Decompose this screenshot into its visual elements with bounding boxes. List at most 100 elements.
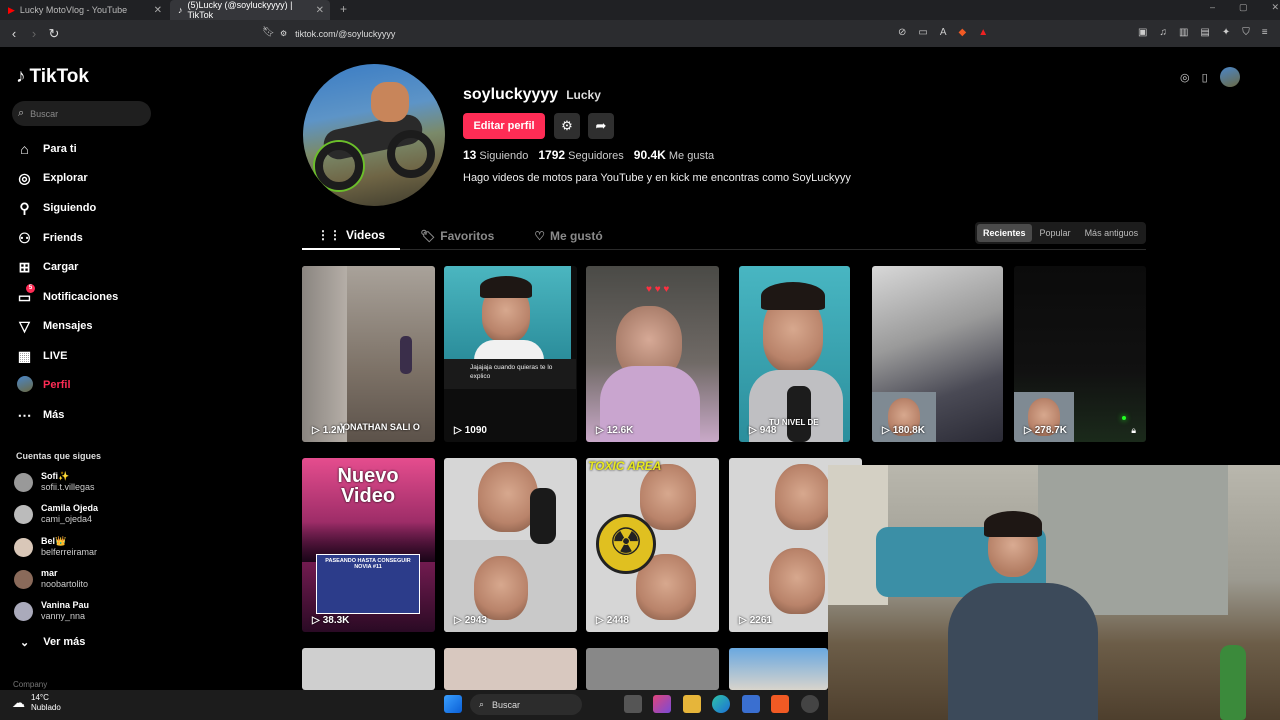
leo-icon[interactable]: ✦ [1222,27,1230,38]
motorcycle-wheel [387,130,435,178]
views-text: 38.3K [322,615,350,626]
share-button[interactable]: ➦ [588,113,614,139]
sort-popular[interactable]: Popular [1034,224,1077,242]
ver-mas-label: Ver más [43,636,86,648]
taskbar-search[interactable]: ⌕ Buscar [470,694,582,715]
copilot-icon[interactable] [653,695,671,713]
tab-youtube[interactable]: ▶ Lucky MotoVlog - YouTube ✕ [0,0,168,20]
obs-icon[interactable] [801,695,819,713]
views-text: 180.8K [892,425,925,436]
site-info-icon[interactable]: ⚙ [280,29,287,38]
sidebar-item-mensajes[interactable]: ▽ Mensajes [16,316,92,336]
cloud-icon: ☁ [12,695,25,710]
sidebar-item-perfil[interactable]: Perfil [16,375,71,395]
following-account[interactable]: Camila Ojeda cami_ojeda4 [14,499,98,529]
tab-title: (5)Lucky (@soyluckyyyy) | TikTok [187,0,293,20]
video-thumbnail[interactable]: JONATHAN SALI O ▷ 1.2M [302,266,435,442]
views-text: 12.6K [606,425,634,436]
tab-tiktok[interactable]: ♪ (5)Lucky (@soyluckyyyy) | TikTok ✕ [170,0,330,20]
bookmark-icon[interactable]: 🔖︎ [262,27,275,38]
close-icon[interactable]: ✕ [316,5,324,16]
sidebar-item-friends[interactable]: ⚇ Friends [16,228,83,248]
file-explorer-icon[interactable] [683,695,701,713]
share-icon: ➦ [595,118,607,133]
ver-mas-button[interactable]: ⌄ Ver más [20,636,85,649]
sidebar-item-mas[interactable]: ⋯ Más [16,405,65,425]
brave-shield-icon[interactable]: ◆ [959,27,967,38]
tab-search-icon[interactable]: ▣ [1138,27,1147,38]
settings-button[interactable]: ⚙ [554,113,580,139]
sort-recientes[interactable]: Recientes [977,224,1032,242]
minimize-icon[interactable]: – [1210,2,1215,13]
wallet-icon[interactable]: ▤ [1200,27,1209,38]
brave-icon[interactable] [771,695,789,713]
task-view-icon[interactable] [624,695,642,713]
followers-stat[interactable]: 1792 Seguidores [538,148,623,162]
following-account[interactable]: mar noobartolito [14,564,88,594]
following-account[interactable]: Sofi✨ sofii.t.villegas [14,467,95,497]
video-thumbnail[interactable] [444,648,577,690]
video-thumbnail[interactable] [729,648,828,690]
header-actions: ◎ ▯ [1180,67,1240,87]
following-account[interactable]: Vanina Pau vanny_nna [14,596,89,626]
nav-label: Notificaciones [43,291,119,303]
store-icon[interactable] [742,695,760,713]
sidebar-item-notificaciones[interactable]: ▭ 5 Notificaciones [16,283,119,307]
sidebar-item-live[interactable]: ▦ LIVE [16,346,68,366]
video-thumbnail[interactable]: ▷ 2943 [444,458,577,632]
video-thumbnail[interactable]: ♥ ♥ ♥ ▷ 12.6K [586,266,719,442]
tiktok-logo[interactable]: ♪ TikTok [16,66,89,88]
browser-tab-bar: ▶ Lucky MotoVlog - YouTube ✕ ♪ (5)Lucky … [0,0,1280,20]
profile-avatar [16,375,33,395]
user-avatar[interactable] [1219,67,1240,87]
sidebar-item-explorar[interactable]: ◎ Explorar [16,168,87,188]
windows-start-icon[interactable] [444,695,462,713]
sidebar-item-siguiendo[interactable]: ⚲ Siguiendo [16,198,96,218]
reload-icon[interactable]: ↻ [44,26,64,42]
cast-icon[interactable]: ▭ [918,27,927,38]
vpn-icon[interactable]: ⛉ [1242,27,1250,38]
sidebar-icon[interactable]: ▥ [1179,27,1188,38]
view-count: ▷ 2261 [739,615,772,626]
video-thumbnail[interactable]: TU NIVEL DE ▷ 948 [739,266,850,442]
close-icon[interactable]: ✕ [154,5,162,16]
tiktok-icon: ♪ [178,5,183,15]
video-frame [444,266,571,364]
menu-icon[interactable]: ≡ [1262,27,1268,38]
weather-widget[interactable]: ☁ 14°C Nublado [12,693,61,713]
forward-icon[interactable]: › [24,26,44,41]
video-thumbnail[interactable]: Nuevo Video PASEANDO HASTA CONSEGUIR NOV… [302,458,435,632]
search-input[interactable]: ⌕ Buscar [12,101,151,126]
company-link[interactable]: Company [13,680,47,689]
edit-profile-button[interactable]: Editar perfil [463,113,545,139]
video-thumbnail[interactable]: TOXIC AREA ☢ ▷ 2448 [586,458,719,632]
translate-icon[interactable]: A [940,27,947,38]
video-thumbnail[interactable]: 🔒︎ ▷ 278.7K [1014,266,1146,442]
back-icon[interactable]: ‹ [4,26,24,41]
sort-mas-antiguos[interactable]: Más antiguos [1079,224,1145,242]
brave-rewards-icon[interactable]: ▲ [978,27,988,38]
extension-icon[interactable]: ⊘ [898,27,906,38]
tab-favoritos[interactable]: 🏷︎ Favoritos [400,222,514,250]
profile-avatar-large[interactable] [303,64,445,206]
compass-icon[interactable]: ◎ [1180,71,1190,84]
account-username: vanny_nna [41,611,86,621]
video-thumbnail[interactable]: ▷ 180.8K [872,266,1003,442]
new-tab-icon[interactable]: + [340,2,347,16]
sidebar-item-cargar[interactable]: ⊞ Cargar [16,257,79,277]
video-thumbnail[interactable] [586,648,719,690]
video-thumbnail[interactable] [302,648,435,690]
video-overlay-text: TOXIC AREA [588,459,662,473]
sidebar-item-para-ti[interactable]: ⌂ Para ti [16,139,76,159]
maximize-icon[interactable]: ▢ [1239,2,1248,13]
tab-me-gusto[interactable]: ♡ Me gustó [514,222,622,250]
following-account[interactable]: Bel👑 belferreiramar [14,532,97,562]
close-window-icon[interactable]: ✕ [1272,2,1280,13]
device-icon[interactable]: ▯ [1202,71,1208,84]
following-stat[interactable]: 13 Siguiendo [463,148,528,162]
tab-videos[interactable]: ⋮⋮ Videos [302,222,400,250]
video-thumbnail[interactable]: Jajajaja cuando quieras te lo explico ▷ 1… [444,266,577,442]
media-icon[interactable]: ♫ [1159,27,1167,38]
edge-icon[interactable] [712,695,730,713]
microphone [787,386,811,442]
